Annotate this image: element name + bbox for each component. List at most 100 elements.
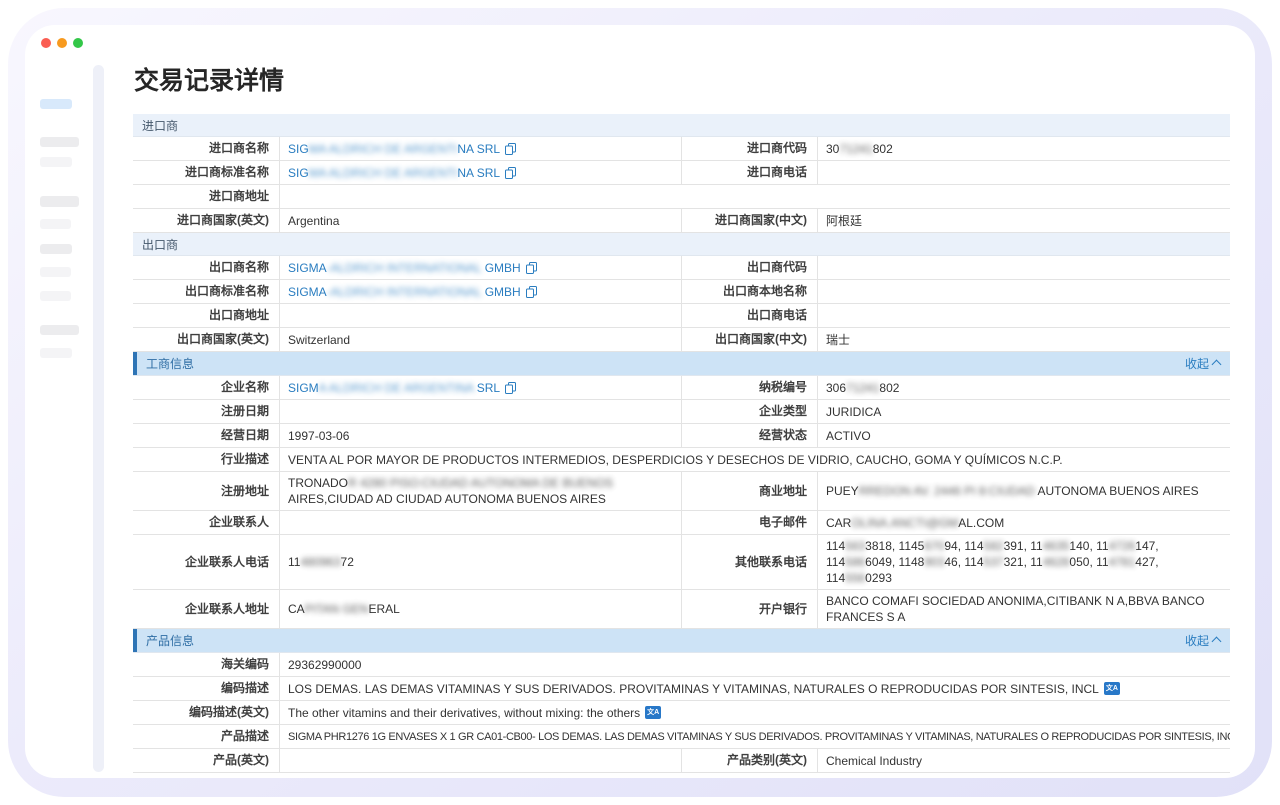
field-text: TRONADOR 4280 PISO:CIUDAD AUTONOMA DE BU… [288,475,673,507]
chevron-up-icon [1212,360,1222,370]
field-label: 企业联系人 [133,511,280,534]
redacted-text: 586 [845,555,865,569]
field-text: VENTA AL POR MAYOR DE PRODUCTOS INTERMED… [288,452,1063,468]
field-label: 产品(英文) [133,749,280,772]
collapse-button[interactable]: 收起 [1185,355,1220,372]
field: 企业名称SIGMA ALDRICH DE ARGENTINA SRL [133,376,681,399]
copy-icon[interactable] [505,382,516,394]
field-value: 29362990000 [280,653,1230,676]
section-title: 工商信息 [146,355,194,372]
sidebar-item-placeholder[interactable] [40,291,71,301]
copy-icon[interactable] [505,167,516,179]
close-button[interactable] [41,38,51,48]
sidebar-divider [93,65,104,772]
field: 注册地址TRONADOR 4280 PISO:CIUDAD AUTONOMA D… [133,472,681,510]
copy-icon[interactable] [505,143,516,155]
minimize-button[interactable] [57,38,67,48]
field: 出口商本地名称 [681,280,1230,303]
field-value [280,511,681,534]
redacted-text: MA ALDRICH DE ARGENTI [309,166,458,180]
sidebar-item-active[interactable] [40,99,72,109]
redacted-text: 4635 [1043,539,1070,553]
window-frame: 交易记录详情 进口商进口商名称SIGMA ALDRICH DE ARGENTIN… [8,8,1272,797]
field: 纳税编号30671241802 [681,376,1230,399]
table-row: 经营日期1997-03-06经营状态ACTIVO [133,424,1230,448]
field-label: 进口商名称 [133,137,280,160]
field-value [280,400,681,423]
section-title: 出口商 [142,236,178,253]
section-header-business-info: 工商信息 收起 [133,352,1230,376]
field: 编码描述(英文)The other vitamins and their der… [133,701,1230,724]
field-value: 阿根廷 [818,209,1230,232]
sidebar-item-placeholder[interactable] [40,196,79,207]
field-value [818,161,1230,184]
field: 进口商国家(中文)阿根廷 [681,209,1230,232]
company-name-link[interactable]: SIGMA-ALDRICH INTERNATIONAL GMBH [288,284,521,300]
field-label: 电子邮件 [682,511,818,534]
field-value: SIGMA-ALDRICH INTERNATIONAL GMBH [280,280,681,303]
field-label: 开户银行 [682,590,818,628]
field: 编码描述LOS DEMAS. LAS DEMAS VITAMINAS Y SUS… [133,677,1230,700]
sidebar-item-placeholder[interactable] [40,267,71,277]
company-name-link[interactable]: SIGMA ALDRICH DE ARGENTINA SRL [288,380,500,396]
copy-icon[interactable] [526,286,537,298]
field: 企业联系人电话1148096372 [133,535,681,589]
field-value: CAROLINA.ANCTI@GMAL.COM [818,511,1230,534]
field-label: 进口商国家(英文) [133,209,280,232]
field-label: 出口商名称 [133,256,280,279]
field-label: 其他联系电话 [682,535,818,589]
field-value: Chemical Industry [818,749,1230,772]
translate-icon[interactable]: 文A [1104,682,1120,695]
field-label: 进口商代码 [682,137,818,160]
company-name-link[interactable]: SIGMA ALDRICH DE ARGENTINA SRL [288,141,500,157]
redacted-text: 670 [924,539,944,553]
table-row: 注册日期 企业类型JURIDICA [133,400,1230,424]
field: 进口商电话 [681,161,1230,184]
sidebar-item-placeholder[interactable] [40,348,72,358]
field: 出口商国家(中文)瑞士 [681,328,1230,351]
field: 出口商电话 [681,304,1230,327]
section-title: 产品信息 [146,632,194,649]
field-label: 注册日期 [133,400,280,423]
table-row: 编码描述(英文)The other vitamins and their der… [133,701,1230,725]
table-row: 产品描述SIGMA PHR1276 1G ENVASES X 1 GR CA01… [133,725,1230,749]
sidebar-item-placeholder[interactable] [40,244,72,254]
field-label: 出口商本地名称 [682,280,818,303]
sidebar-item-placeholder[interactable] [40,219,71,229]
copy-icon[interactable] [526,262,537,274]
table-row: 进口商国家(英文) Argentina 进口商国家(中文)阿根廷 [133,209,1230,233]
field-value: 1997-03-06 [280,424,681,447]
sidebar-item-placeholder[interactable] [40,157,72,167]
collapse-button[interactable]: 收起 [1185,632,1220,649]
sidebar-item-placeholder[interactable] [40,325,79,335]
maximize-button[interactable] [73,38,83,48]
field-label: 产品类别(英文) [682,749,818,772]
table-row: 注册地址TRONADOR 4280 PISO:CIUDAD AUTONOMA D… [133,472,1230,511]
field-value [280,304,681,327]
section-title: 进口商 [142,117,178,134]
field-text: 瑞士 [826,332,850,348]
field-text: 1148096372 [288,554,354,570]
field-label: 企业联系人地址 [133,590,280,628]
table-row: 行业描述VENTA AL POR MAYOR DE PRODUCTOS INTE… [133,448,1230,472]
field: 产品描述SIGMA PHR1276 1G ENVASES X 1 GR CA01… [133,725,1230,748]
table-row: 企业联系人地址CAPITAN GENERAL开户银行BANCO COMAFI S… [133,590,1230,629]
field-value: BANCO COMAFI SOCIEDAD ANONIMA,CITIBANK N… [818,590,1230,628]
section-header-importer: 进口商 [133,114,1230,137]
company-name-link[interactable]: SIGMA ALDRICH DE ARGENTINA SRL [288,165,500,181]
field: 企业类型JURIDICA [681,400,1230,423]
field-value: Argentina [280,209,681,232]
company-name-link[interactable]: SIGMA-ALDRICH INTERNATIONAL GMBH [288,260,521,276]
field-label: 注册地址 [133,472,280,510]
field: 出口商国家(英文)Switzerland [133,328,681,351]
field-text: Switzerland [288,332,350,348]
field-text: 29362990000 [288,657,361,673]
translate-icon[interactable]: 文A [645,706,661,719]
redacted-text: A ALDRICH DE ARGENTINA [319,381,474,395]
field-value: CAPITAN GENERAL [280,590,681,628]
field-text: Argentina [288,213,339,229]
sidebar-item-placeholder[interactable] [40,137,79,147]
field: 经营状态ACTIVO [681,424,1230,447]
field-text: 1145633818, 114567094, 114582391, 114635… [826,538,1222,586]
app-window: 交易记录详情 进口商进口商名称SIGMA ALDRICH DE ARGENTIN… [25,25,1255,778]
